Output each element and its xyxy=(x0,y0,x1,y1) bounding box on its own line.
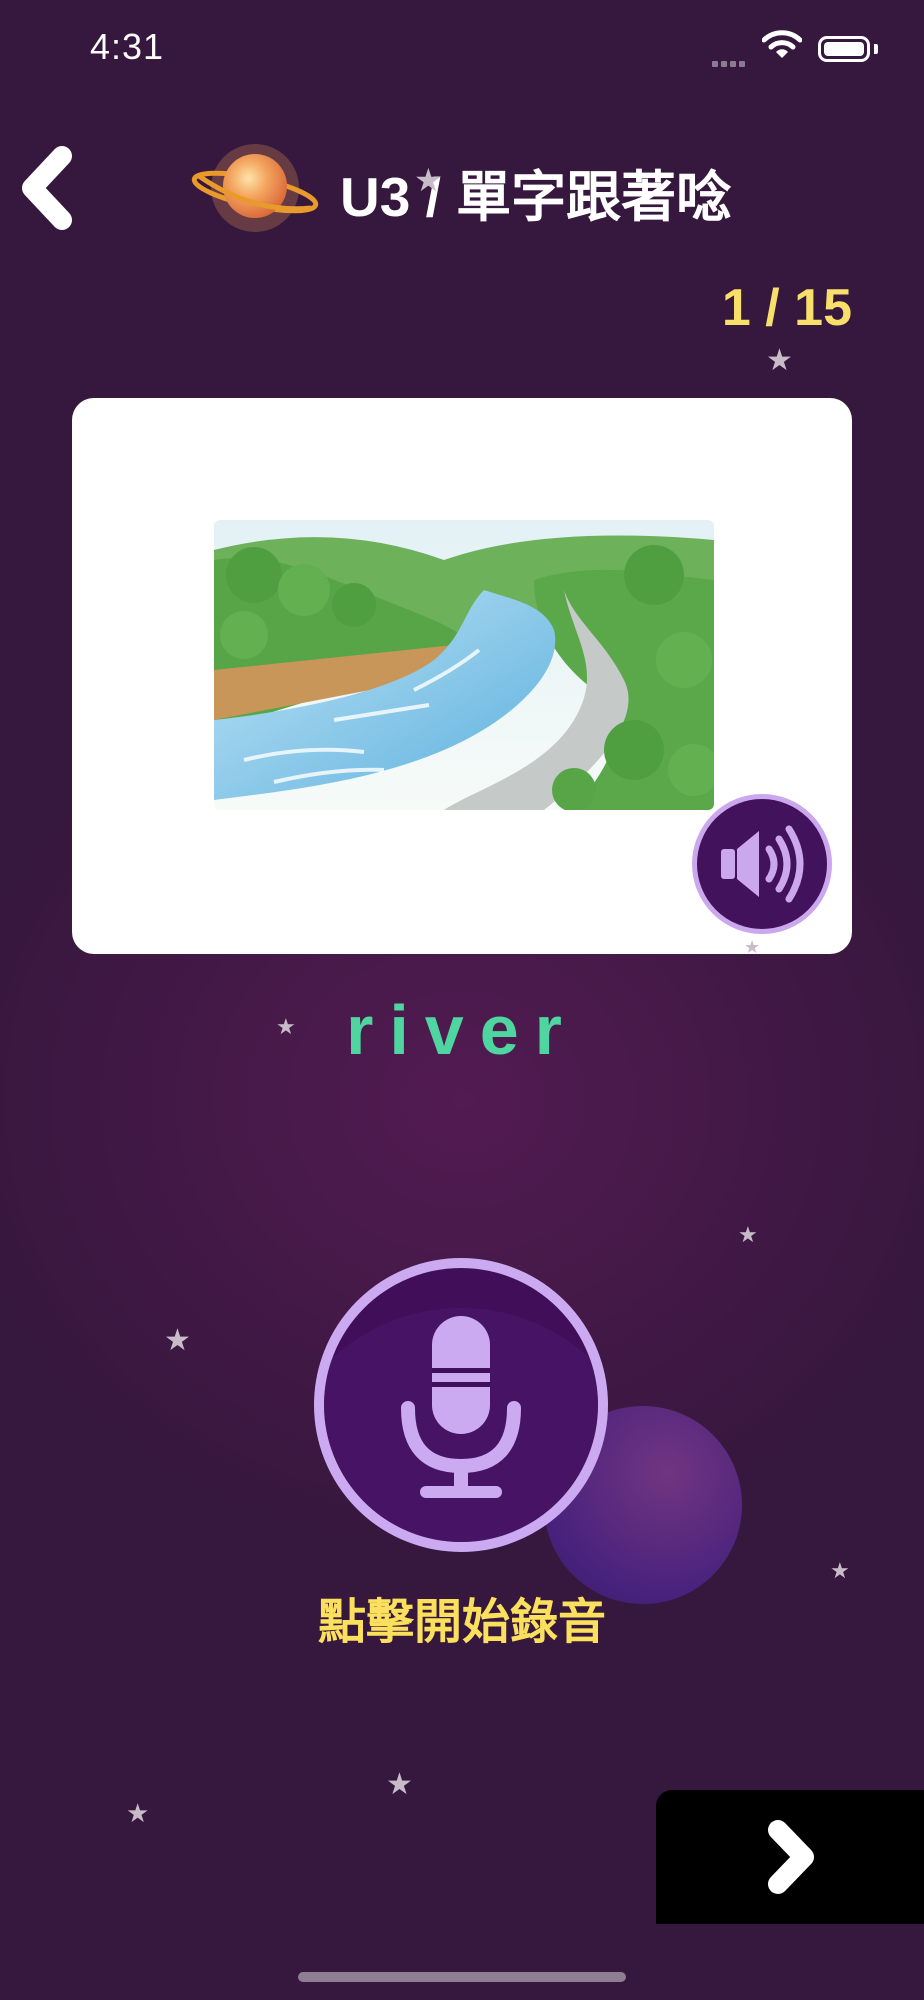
record-button[interactable] xyxy=(314,1258,608,1552)
vocabulary-word: river xyxy=(346,991,578,1069)
back-button[interactable] xyxy=(10,138,80,238)
river-illustration xyxy=(214,520,714,810)
star-decoration: ★ xyxy=(414,162,443,198)
wifi-icon xyxy=(761,30,803,65)
progress-counter: 1 / 15 xyxy=(721,279,852,337)
star-decoration: ★ xyxy=(276,1014,296,1039)
planet-icon xyxy=(190,140,320,241)
record-hint: 點擊開始錄音 xyxy=(317,1596,606,1649)
star-decoration: ★ xyxy=(738,1222,758,1247)
microphone-icon xyxy=(324,1308,598,1542)
speaker-icon xyxy=(721,825,804,903)
cellular-signal-icon xyxy=(712,54,748,72)
play-audio-button[interactable] xyxy=(692,794,832,934)
star-decoration: ★ xyxy=(386,1768,413,1801)
chevron-left-icon xyxy=(22,146,72,230)
battery-cap xyxy=(874,44,878,54)
star-decoration: ★ xyxy=(164,1324,191,1357)
home-indicator xyxy=(298,1972,626,1982)
star-decoration: ★ xyxy=(766,344,793,377)
battery-icon xyxy=(818,36,870,62)
page-title: U3 / 單字跟著唸 xyxy=(340,166,732,228)
next-button[interactable] xyxy=(656,1790,924,1924)
chevron-right-icon xyxy=(768,1820,814,1894)
star-decoration: ★ xyxy=(126,1798,150,1828)
status-time: 4:31 xyxy=(90,26,165,67)
star-decoration: ★ xyxy=(744,937,761,957)
star-decoration: ★ xyxy=(830,1558,850,1583)
